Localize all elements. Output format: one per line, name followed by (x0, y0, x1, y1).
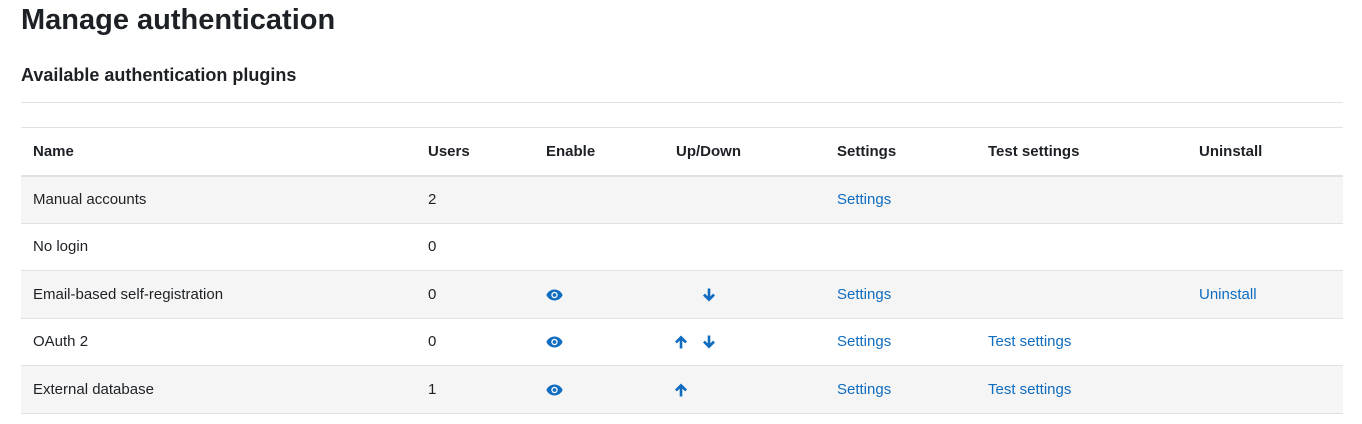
plugin-name: Manual accounts (21, 175, 416, 223)
settings-cell: Settings (825, 270, 976, 318)
settings-link[interactable]: Settings (837, 333, 891, 350)
settings-cell (825, 222, 976, 271)
user-count: 0 (416, 317, 534, 366)
column-header-users: Users (416, 127, 534, 177)
uninstall-cell (1187, 317, 1343, 366)
settings-link[interactable]: Settings (837, 191, 891, 208)
section-title: Available authentication plugins (21, 65, 297, 85)
plugin-name: External database (21, 365, 416, 414)
test-settings-cell (976, 270, 1187, 318)
column-header-uninstall: Uninstall (1187, 127, 1343, 177)
uninstall-cell (1187, 222, 1343, 271)
enable-cell (534, 222, 664, 271)
user-count: 0 (416, 270, 534, 318)
table-row: OAuth 2 0 Settings Test settings (21, 317, 1343, 366)
uninstall-cell (1187, 175, 1343, 223)
manage-authentication-page: Manage authentication Available authenti… (0, 0, 1362, 424)
move-down-arrow-icon[interactable] (702, 288, 716, 302)
test-settings-link[interactable]: Test settings (988, 333, 1071, 350)
table-row: External database 1 Settings Test settings (21, 365, 1343, 414)
column-header-enable: Enable (534, 127, 664, 177)
table-row: Email-based self-registration 0 Settings Un… (21, 270, 1343, 318)
column-header-settings: Settings (825, 127, 976, 177)
user-count: 0 (416, 222, 534, 271)
column-header-updown: Up/Down (664, 127, 825, 177)
test-settings-cell: Test settings (976, 317, 1187, 366)
enable-toggle-eye-icon[interactable] (546, 336, 563, 348)
settings-cell: Settings (825, 317, 976, 366)
uninstall-cell: Uninstall (1187, 270, 1343, 318)
test-settings-link[interactable]: Test settings (988, 381, 1071, 398)
updown-cell (664, 175, 825, 223)
test-settings-cell (976, 222, 1187, 271)
table-header-row: Name Users Enable Up/Down Settings Test … (21, 127, 1343, 177)
settings-link[interactable]: Settings (837, 286, 891, 303)
test-settings-cell: Test settings (976, 365, 1187, 414)
user-count: 1 (416, 365, 534, 414)
enable-cell (534, 175, 664, 223)
enable-cell (534, 270, 664, 318)
table-row: Manual accounts 2 Settings (21, 175, 1343, 223)
settings-cell: Settings (825, 365, 976, 414)
column-header-test-settings: Test settings (976, 127, 1187, 177)
uninstall-link[interactable]: Uninstall (1199, 286, 1257, 303)
enable-cell (534, 317, 664, 366)
updown-cell (664, 317, 825, 366)
column-header-name: Name (21, 127, 416, 177)
move-down-arrow-icon[interactable] (702, 335, 716, 349)
table-row: No login 0 (21, 222, 1343, 271)
user-count: 2 (416, 175, 534, 223)
plugin-name: OAuth 2 (21, 317, 416, 366)
updown-cell (664, 270, 825, 318)
enable-cell (534, 365, 664, 414)
auth-plugins-table: Name Users Enable Up/Down Settings Test … (21, 127, 1343, 414)
settings-cell: Settings (825, 175, 976, 223)
enable-toggle-eye-icon[interactable] (546, 384, 563, 396)
plugin-name: No login (21, 222, 416, 271)
move-up-arrow-icon[interactable] (674, 335, 688, 349)
section-divider (21, 102, 1343, 103)
page-title: Manage authentication (21, 4, 336, 36)
settings-link[interactable]: Settings (837, 381, 891, 398)
enable-toggle-eye-icon[interactable] (546, 289, 563, 301)
updown-cell (664, 222, 825, 271)
uninstall-cell (1187, 365, 1343, 414)
updown-cell (664, 365, 825, 414)
test-settings-cell (976, 175, 1187, 223)
plugin-name: Email-based self-registration (21, 270, 416, 318)
move-up-arrow-icon[interactable] (674, 383, 688, 397)
